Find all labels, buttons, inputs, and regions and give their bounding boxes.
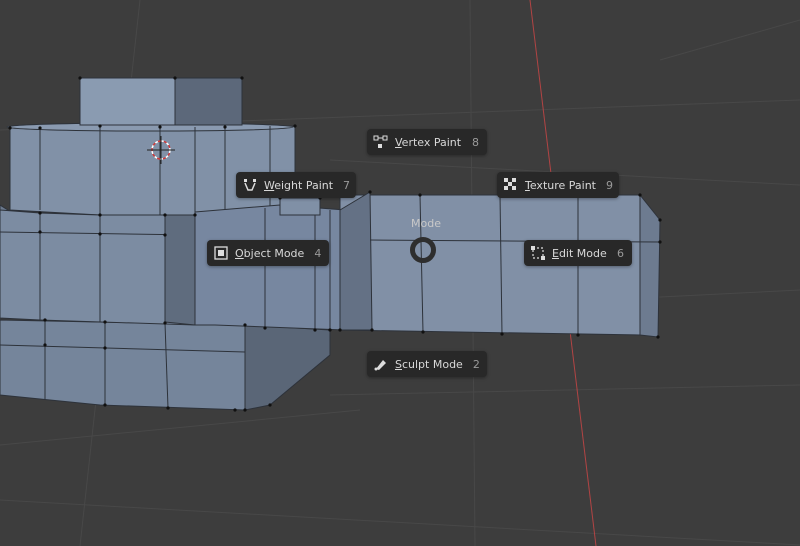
edit-mode-icon: [530, 245, 546, 261]
weight-paint-label-mnemonic: W: [264, 178, 275, 192]
object-mode-icon: [213, 245, 229, 261]
edit-mode-button[interactable]: Edit Mode 6: [524, 240, 632, 266]
texture-paint-icon: [503, 177, 519, 193]
vertex-paint-icon: [373, 134, 389, 150]
weight-paint-shortcut: 7: [343, 178, 351, 192]
edit-mode-shortcut: 6: [617, 246, 624, 260]
sculpt-mode-shortcut: 2: [472, 357, 480, 371]
vertex-paint-label: ertex Paint: [401, 135, 462, 149]
object-mode-button[interactable]: Object Mode 4: [207, 240, 329, 266]
edit-mode-label-mnemonic: E: [552, 246, 559, 260]
sculpt-mode-button[interactable]: Sculpt Mode 2: [367, 351, 487, 377]
texture-paint-button[interactable]: Texture Paint 9: [497, 172, 619, 198]
3d-viewport[interactable]: [0, 0, 800, 546]
texture-paint-shortcut: 9: [606, 178, 613, 192]
object-mode-label-mnemonic: O: [235, 246, 244, 260]
object-mode-shortcut: 4: [314, 246, 322, 260]
weight-paint-label: eight Paint: [274, 178, 334, 192]
vertex-paint-shortcut: 8: [472, 135, 479, 149]
texture-paint-label: exture Paint: [529, 178, 596, 192]
pie-menu-title: Mode: [411, 217, 441, 230]
weight-paint-button[interactable]: Weight Paint 7: [236, 172, 356, 198]
sculpt-mode-icon: [373, 356, 389, 372]
sculpt-mode-label: culpt Mode: [401, 357, 463, 371]
weight-paint-icon: [242, 177, 258, 193]
edit-mode-label: dit Mode: [558, 246, 607, 260]
object-mode-label: bject Mode: [243, 246, 305, 260]
vertex-paint-label-mnemonic: V: [395, 135, 402, 149]
vertex-paint-button[interactable]: Vertex Paint 8: [367, 129, 487, 155]
pie-menu-center[interactable]: [410, 237, 436, 263]
sculpt-mode-label-mnemonic: S: [395, 357, 402, 371]
